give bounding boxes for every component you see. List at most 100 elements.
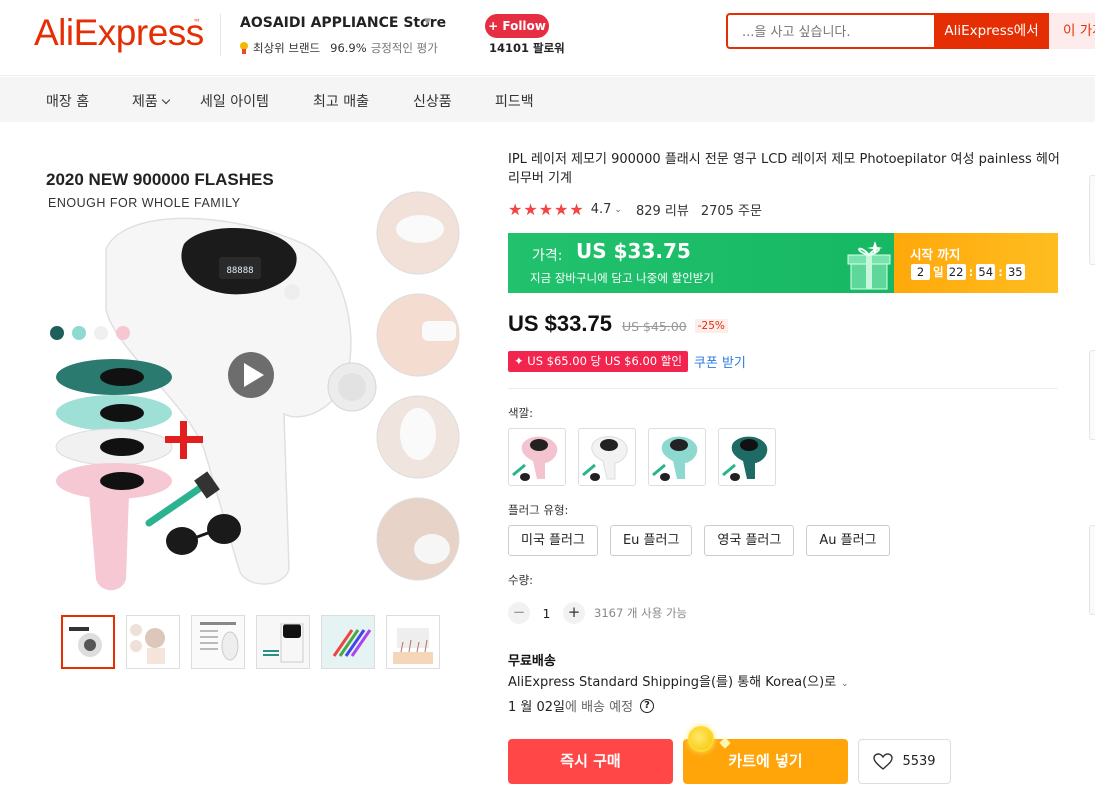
thumbnail-art <box>127 616 179 668</box>
follow-button[interactable]: + Follow <box>485 14 549 38</box>
shipping-title: 무료배송 <box>508 654 556 669</box>
thumbnail-4[interactable] <box>256 615 310 669</box>
wishlist-button[interactable]: 5539 <box>858 739 951 784</box>
top-brand-label: 최상위 브랜드 <box>253 41 321 55</box>
chevron-down-icon[interactable]: ⌄ <box>614 205 622 215</box>
color-swatch-pink[interactable] <box>508 428 566 486</box>
thumbnail-art <box>192 616 244 668</box>
countdown-timer: 2 일 22 : 54 : 35 <box>911 264 1025 280</box>
color-swatches <box>508 428 776 486</box>
color-swatch-teal[interactable] <box>718 428 776 486</box>
current-price: US $33.75 <box>508 311 612 336</box>
header-divider <box>220 14 221 56</box>
shipping-method-text: AliExpress Standard Shipping을(를) 통해 Kore… <box>508 675 837 690</box>
positive-feedback-label: 긍정적인 평가 <box>370 41 438 55</box>
thumbnail-3[interactable] <box>191 615 245 669</box>
swatch-art <box>582 436 628 481</box>
thumbnail-2[interactable] <box>126 615 180 669</box>
delivery-date: 1 월 02일 <box>508 700 565 715</box>
promo-price: US $33.75 <box>576 239 691 263</box>
promo-banner: 가격: US $33.75 지금 장바구니에 담고 나중에 할인받기 시작 까지… <box>508 233 1058 293</box>
get-coupon-link[interactable]: 쿠폰 받기 <box>694 352 746 371</box>
countdown-hours: 22 <box>946 264 966 280</box>
medal-icon <box>239 42 249 54</box>
wishlist-count: 5539 <box>902 754 936 769</box>
swatch-art <box>722 436 768 481</box>
chevron-down-icon: ⌄ <box>838 679 849 689</box>
swatch-art <box>652 436 698 481</box>
color-swatch-white[interactable] <box>578 428 636 486</box>
positive-feedback-value: 96.9% <box>330 41 367 55</box>
rating-row: ★★★★★ 4.7 ⌄ 829 리뷰 2705 주문 <box>508 200 762 219</box>
thumbnail-6[interactable] <box>386 615 440 669</box>
plug-option-us[interactable]: 미국 플러그 <box>508 525 598 556</box>
search-input[interactable] <box>742 22 922 42</box>
thumbnail-art <box>257 616 309 668</box>
search-store-button[interactable]: 이 가게에서 <box>1049 13 1095 49</box>
nav-new-arrivals[interactable]: 신상품 <box>413 91 452 111</box>
countdown-panel: 시작 까지 2 일 22 : 54 : 35 <box>894 233 1058 293</box>
nav-feedback[interactable]: 피드백 <box>495 91 534 111</box>
countdown-colon: : <box>998 265 1003 279</box>
discount-badge: -25% <box>694 319 728 333</box>
search-aliexpress-button[interactable]: AliExpress에서 <box>934 13 1049 49</box>
product-title: IPL 레이저 제모기 900000 플래시 전문 영구 LCD 레이저 제모 … <box>508 152 1060 186</box>
nav-products[interactable]: 제품 <box>132 91 171 111</box>
aliexpress-logo[interactable]: AliExpress <box>34 12 204 54</box>
thumbnail-1[interactable] <box>61 615 115 669</box>
order-count: 2705 주문 <box>700 204 762 219</box>
promo-subtitle: 지금 장바구니에 담고 나중에 할인받기 <box>530 271 714 285</box>
thumbnail-strip <box>61 615 440 669</box>
delivery-estimate: 1 월 02일 에 배송 예정 ? <box>508 696 655 715</box>
image-headline: 2020 NEW 900000 FLASHES <box>46 170 274 189</box>
quantity-increase-button[interactable]: + <box>563 602 585 624</box>
logo-trademark: ™ <box>193 18 201 27</box>
countdown-colon: : <box>968 265 974 279</box>
countdown-days: 2 <box>911 264 930 280</box>
help-icon[interactable]: ? <box>640 698 655 713</box>
star-rating-icon: ★★★★★ <box>508 200 585 219</box>
thumbnail-art <box>322 616 374 668</box>
side-panel-tab[interactable] <box>1089 525 1095 615</box>
plug-option-uk[interactable]: 영국 플러그 <box>704 525 795 556</box>
main-product-image[interactable]: 2020 NEW 900000 FLASHES ENOUGH FOR WHOLE… <box>34 149 474 599</box>
countdown-days-unit: 일 <box>933 265 944 279</box>
side-panel-tab[interactable] <box>1089 175 1095 265</box>
nav-store-home[interactable]: 매장 홈 <box>46 91 89 111</box>
promo-price-label: 가격: <box>532 248 563 264</box>
available-stock: 3167 개 사용 가능 <box>594 606 688 620</box>
nav-top-selling[interactable]: 최고 매출 <box>313 91 369 111</box>
color-label: 색깔: <box>508 406 534 420</box>
store-dropdown-icon[interactable]: ▼ <box>424 17 431 27</box>
thumbnail-5[interactable] <box>321 615 375 669</box>
nav-sale-items[interactable]: 세일 아이템 <box>200 91 269 111</box>
section-divider <box>508 388 1058 389</box>
plug-options: 미국 플러그 Eu 플러그 영국 플러그 Au 플러그 <box>508 525 890 556</box>
heart-icon <box>873 752 894 770</box>
review-count[interactable]: 829 리뷰 <box>636 200 689 219</box>
swatch-art <box>512 436 558 481</box>
quantity-value[interactable]: 1 <box>530 606 563 621</box>
quantity-stepper: − 1 + 3167 개 사용 가능 <box>508 602 687 624</box>
product-image-art: 2020 NEW 900000 FLASHES ENOUGH FOR WHOLE… <box>46 170 460 591</box>
plug-option-eu[interactable]: Eu 플러그 <box>609 525 693 556</box>
plug-option-au[interactable]: Au 플러그 <box>806 525 890 556</box>
nav-products-label: 제품 <box>132 94 158 110</box>
original-price: US $45.00 <box>621 319 687 334</box>
countdown-label: 시작 까지 <box>910 247 961 262</box>
quantity-decrease-button[interactable]: − <box>508 602 530 624</box>
chevron-down-icon <box>161 95 171 105</box>
buy-now-button[interactable]: 즉시 구매 <box>508 739 673 784</box>
promo-price-panel: 가격: US $33.75 지금 장바구니에 담고 나중에 할인받기 <box>508 233 894 293</box>
gift-icon <box>847 241 891 290</box>
coupon-badge[interactable]: ✦ US $65.00 당 US $6.00 할인 <box>508 351 688 372</box>
side-panel-tab[interactable] <box>1089 350 1095 440</box>
store-name[interactable]: AOSAIDI APPLIANCE Store <box>240 15 446 31</box>
top-bar: AliExpress ™ AOSAIDI APPLIANCE Store ▼ 최… <box>0 0 1095 76</box>
thumbnail-art <box>387 616 439 668</box>
rating-value[interactable]: 4.7 <box>591 202 612 217</box>
shipping-method[interactable]: AliExpress Standard Shipping을(를) 통해 Kore… <box>508 671 849 690</box>
store-badge: 최상위 브랜드 96.9% 긍정적인 평가 <box>239 40 438 56</box>
price-row: US $33.75 US $45.00 -25% <box>508 311 728 337</box>
color-swatch-mint[interactable] <box>648 428 706 486</box>
